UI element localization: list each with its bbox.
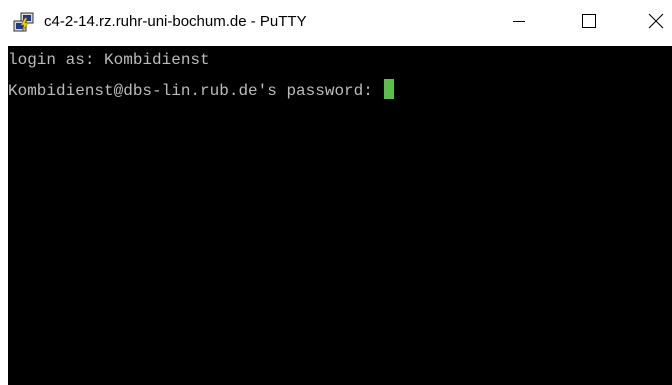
putty-window: c4-2-14.rz.ruhr-uni-bochum.de - PuTTY lo…: [0, 0, 672, 385]
close-icon: [648, 13, 664, 34]
terminal-cursor: [384, 79, 395, 99]
window-title: c4-2-14.rz.ruhr-uni-bochum.de - PuTTY: [44, 13, 307, 30]
minimize-icon: [513, 14, 525, 32]
window-border: [0, 46, 8, 385]
putty-icon[interactable]: [13, 12, 35, 34]
terminal-area[interactable]: login as: Kombidienst Kombidienst@dbs-li…: [8, 46, 672, 385]
title-bar[interactable]: c4-2-14.rz.ruhr-uni-bochum.de - PuTTY: [0, 0, 672, 46]
maximize-icon: [582, 13, 596, 33]
maximize-button[interactable]: [567, 0, 611, 46]
close-button[interactable]: [634, 0, 672, 46]
terminal-line-text: login as: Kombidienst: [8, 51, 210, 69]
minimize-button[interactable]: [497, 0, 541, 46]
terminal-line-text: Kombidienst@dbs-lin.rub.de's password:: [8, 82, 383, 100]
terminal-line: Kombidienst@dbs-lin.rub.de's password:: [8, 79, 395, 101]
terminal-line: login as: Kombidienst: [8, 51, 210, 70]
